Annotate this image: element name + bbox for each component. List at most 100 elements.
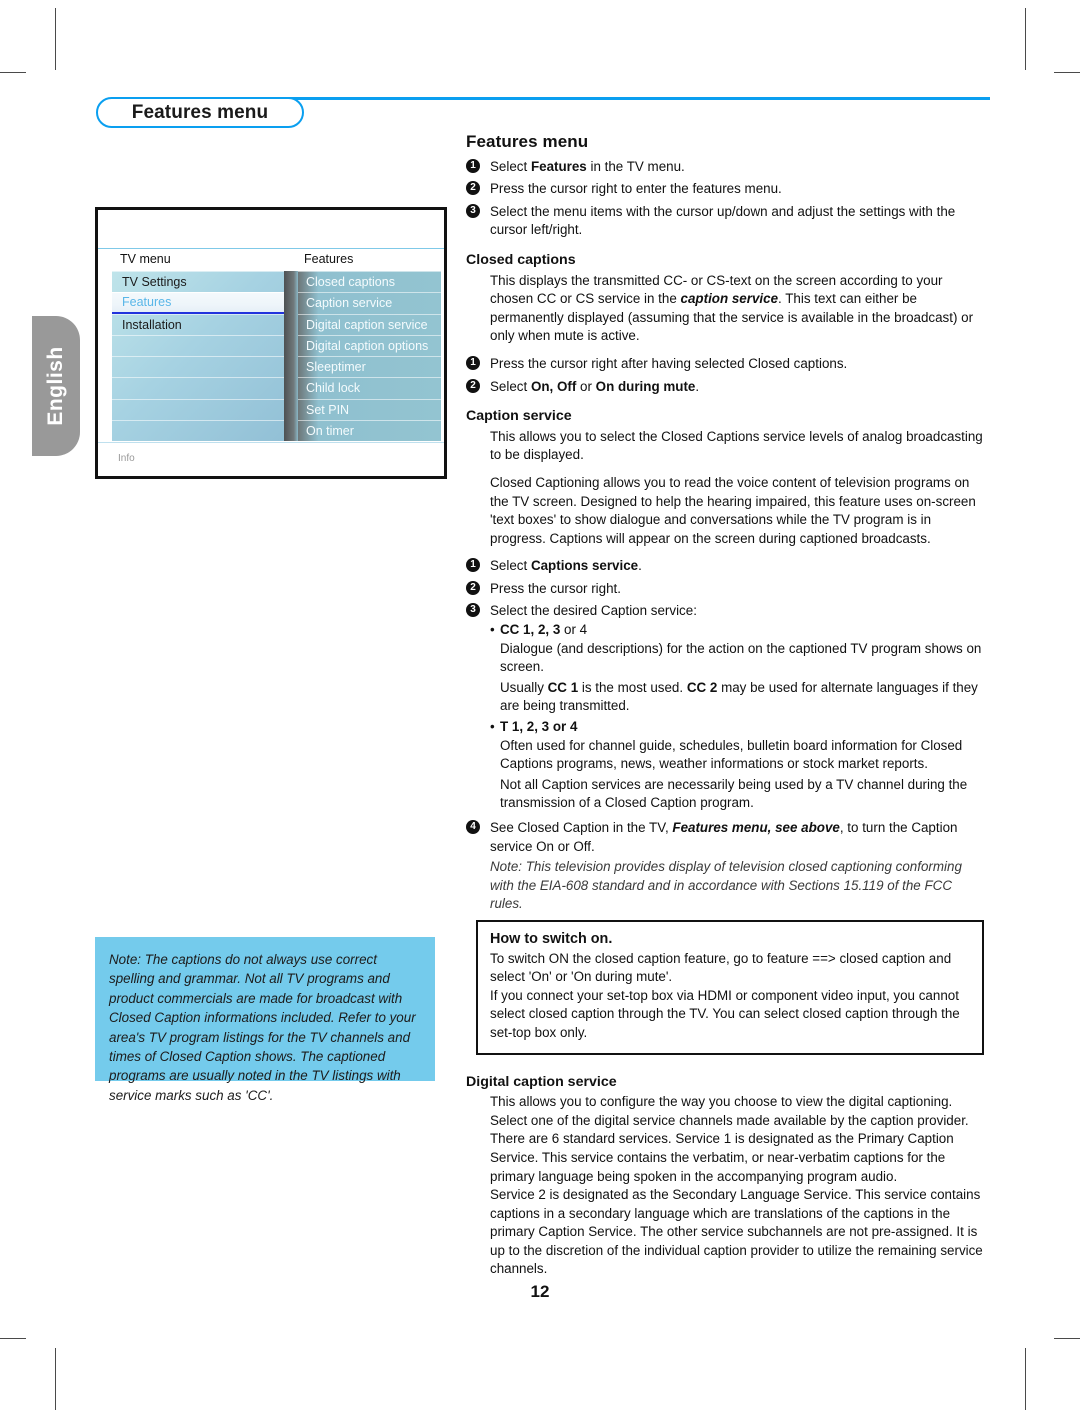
page-header-title: Features menu [131,101,269,123]
features-item-label: Set PIN [306,402,350,417]
tv-menu-item-label: TV Settings [122,275,187,290]
crop-mark-bottom-left-horizontal [0,1338,26,1339]
t-bullet-body-1: Often used for channel guide, schedules,… [500,737,963,772]
features-item-label: On timer [306,423,354,438]
tv-menu-item-empty [112,398,284,420]
features-item-label: Digital caption options [306,338,429,353]
step-text-pre: Select [490,558,531,574]
tv-menu-item-label: Installation [122,317,182,332]
step-text: Press the cursor right after having sele… [490,355,848,371]
digital-caption-service-body-b: Service 2 is designated as the Secondary… [490,1187,983,1277]
t-bullet-bold: T 1, 2, 3 or 4 [500,719,578,735]
tv-menu-item-label: Features [122,295,172,310]
features-item-child-lock[interactable]: Child lock [284,377,441,398]
features-item-digital-caption-service[interactable]: Digital caption service [284,313,441,335]
how-to-switch-on-title: How to switch on. [490,930,613,947]
digital-caption-service-body-a: This allows you to configure the way you… [490,1094,969,1184]
step-text-post: in the TV menu. [586,158,685,174]
features-item-label: Digital caption service [306,317,428,332]
step-text-bold-b: On during mute [595,378,696,394]
step-text: Select the menu items with the cursor up… [490,203,956,238]
crop-mark-top-right-vertical [1025,8,1026,70]
caption-service-step-1: 1 Select Captions service. [466,557,984,576]
digital-caption-service-heading: Digital caption service [466,1073,617,1090]
tv-menu-item-features[interactable]: Features [112,292,284,314]
features-item-caption-service[interactable]: Caption service [284,292,441,313]
step-number: 4 [466,820,480,834]
step-text: Press the cursor right to enter the feat… [490,181,782,197]
step-text-bold: Captions service [530,558,639,574]
step-text-pre: Select [490,158,531,174]
crop-mark-top-right-horizontal [1054,72,1080,73]
t-bullet: • T 1, 2, 3 or 4 [466,718,984,737]
page-header-badge: Features menu [96,97,304,128]
fcc-note: Note: This television provides display o… [490,859,962,912]
closed-captions-step-1: 1 Press the cursor right after having se… [466,355,984,374]
cc-bullet: • CC 1, 2, 3 or 4 [466,621,984,640]
features-item-label: Child lock [306,381,361,396]
features-item-label: Caption service [306,296,393,311]
tv-menu-column-divider-shadow [284,271,298,441]
tv-menu-item-empty [112,377,284,398]
caption-service-paragraph-2: Closed Captioning allows you to read the… [490,474,976,546]
main-content-column: Features menu 1 Select Features in the T… [466,132,984,1288]
intro-step-1: 1 Select Features in the TV menu. [466,158,984,177]
crop-mark-top-left-horizontal [0,72,26,73]
closed-captions-body: This displays the transmitted CC- or CS-… [466,272,984,346]
how-to-switch-on-paragraph-1: To switch ON the closed caption feature,… [490,950,952,985]
tv-menu-item-installation[interactable]: Installation [112,313,284,335]
cc-bullet-body-1: Dialogue (and descriptions) for the acti… [500,640,982,675]
cc-body2-bold-b: CC 2 [686,679,718,695]
cc-body2-bold-a: CC 1 [547,679,579,695]
cc-body2-mid: is the most used. [578,679,687,695]
crop-mark-top-left-vertical [55,8,56,70]
tv-menu-item-tv-settings[interactable]: TV Settings [112,271,284,292]
features-item-label: Closed captions [306,275,395,290]
step-text-pre: See Closed Caption in the TV, [490,820,673,835]
tv-menu-item-empty [112,356,284,377]
bullet-dot-icon: • [490,622,495,638]
caption-service-heading: Caption service [466,408,572,425]
step-number: 2 [466,181,480,196]
cc-bullet-rest: or 4 [560,622,588,638]
features-item-on-timer[interactable]: On timer [284,419,441,441]
step-number: 1 [466,158,480,173]
language-label: English [44,346,67,426]
features-item-set-pin[interactable]: Set PIN [284,398,441,420]
captions-note-box: Note: The captions do not always use cor… [95,937,435,1103]
features-item-sleeptimer[interactable]: Sleeptimer [284,356,441,377]
header-rule [200,97,990,100]
step-number: 3 [466,203,480,218]
tv-menu-bottom-rule [98,442,444,443]
caption-service-step-2: 2 Press the cursor right. [466,580,984,599]
features-item-closed-captions[interactable]: Closed captions [284,271,441,292]
tv-menu-info-label: Info [118,453,135,464]
captions-note-text: Note: The captions do not always use cor… [109,952,416,1103]
step-text-emphasis: Features menu, see above [672,820,840,835]
step-text-bold-a: On, Off [530,378,577,394]
crop-mark-bottom-left-vertical [55,1348,56,1410]
tv-menu-screenshot: TV menu Features TV Settings Features In… [95,207,447,479]
tv-menu-item-empty [112,334,284,356]
how-to-switch-on-box: How to switch on. To switch ON the close… [476,919,984,1055]
step-number: 2 [466,580,480,595]
tv-menu-right-column: Closed captions Caption service Digital … [284,271,441,441]
step-text-pre: Select [490,378,531,394]
step-number: 1 [466,558,480,573]
tv-menu-top-rule [98,248,444,249]
how-to-switch-on-paragraph-2: If you connect your set-top box via HDMI… [490,987,960,1040]
intro-step-2: 2 Press the cursor right to enter the fe… [466,180,984,199]
digital-caption-service-section: Digital caption service This allows you … [466,1073,984,1280]
features-item-digital-caption-options[interactable]: Digital caption options [284,334,441,356]
step-number: 3 [466,603,480,618]
crop-mark-bottom-right-horizontal [1054,1338,1080,1339]
tv-menu-left-column: TV Settings Features Installation [112,271,284,441]
caption-service-step-3: 3 Select the desired Caption service: [466,602,984,621]
cc-body-emphasis: caption service [680,291,779,307]
step-text-bold: Features [530,158,587,174]
closed-captions-heading: Closed captions [466,251,576,268]
closed-captions-step-2: 2 Select On, Off or On during mute. [466,378,984,397]
t-bullet-body-2: Not all Caption services are necessarily… [500,776,968,811]
features-item-label: Sleeptimer [306,360,366,375]
bullet-dot-icon: • [490,719,495,735]
